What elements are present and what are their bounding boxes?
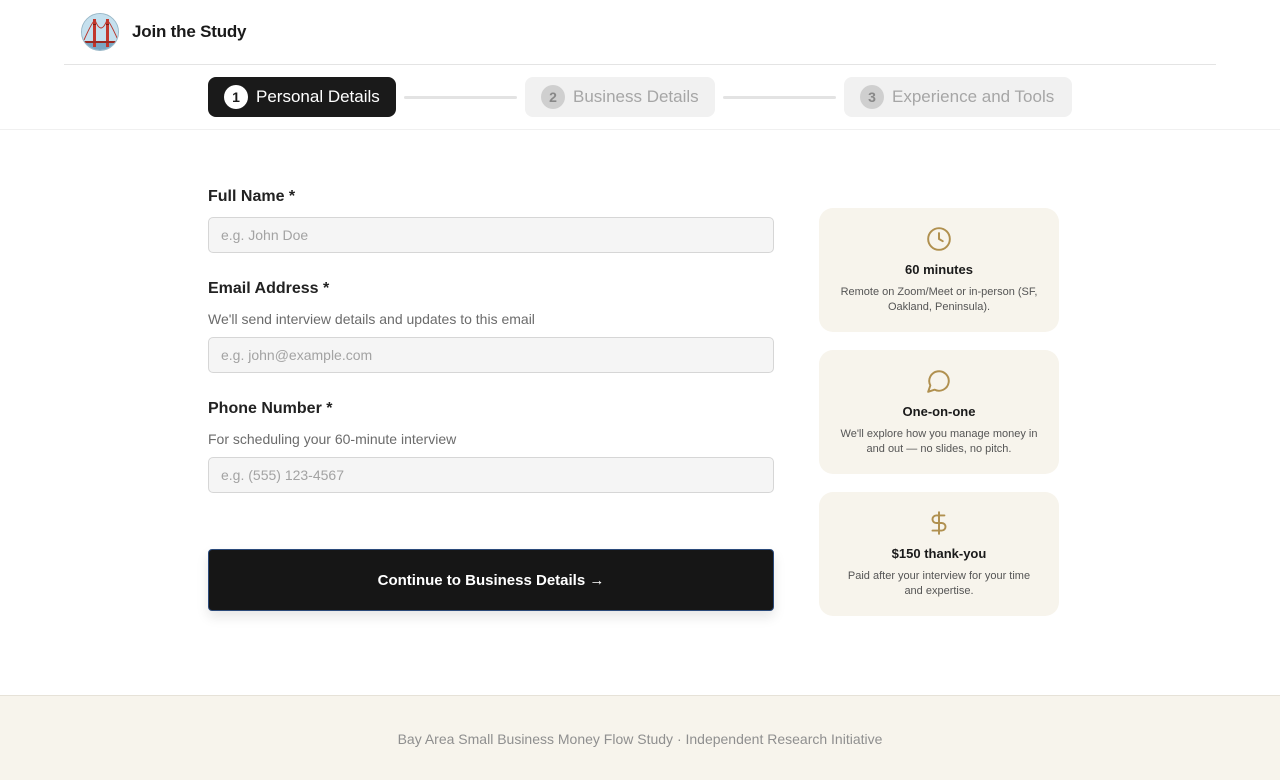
- step-number: 1: [224, 85, 248, 109]
- step-number: 3: [860, 85, 884, 109]
- step-label: Personal Details: [256, 87, 380, 106]
- site-header: Join the Study: [64, 0, 1216, 65]
- card-description: Paid after your interview for your time …: [847, 570, 1031, 597]
- email-label: Email Address *: [208, 280, 330, 297]
- phone-help-text: For scheduling your 60-minute interview: [208, 431, 457, 447]
- site-footer: Bay Area Small Business Money Flow Study…: [0, 695, 1280, 780]
- full-name-label: Full Name *: [208, 188, 296, 205]
- golden-gate-bridge-icon[interactable]: [81, 13, 119, 51]
- phone-input[interactable]: [208, 457, 774, 493]
- card-title: $150 thank-you: [891, 546, 987, 561]
- email-help-text: We'll send interview details and updates…: [208, 311, 535, 327]
- info-card-duration: 60 minutes Remote on Zoom/Meet or in-per…: [819, 208, 1059, 332]
- info-card-format: One-on-one We'll explore how you manage …: [819, 350, 1059, 474]
- clock-icon: [927, 227, 951, 251]
- info-card-reward: $150 thank-you Paid after your interview…: [819, 492, 1059, 616]
- card-title: One-on-one: [902, 404, 976, 419]
- step-label: Business Details: [573, 87, 699, 106]
- step-number: 2: [541, 85, 565, 109]
- card-description: Remote on Zoom/Meet or in-person (SF, Oa…: [840, 286, 1038, 313]
- footer-text: Bay Area Small Business Money Flow Study…: [397, 731, 883, 747]
- phone-label: Phone Number *: [208, 400, 333, 417]
- progress-stepper: 1 Personal Details 2 Business Details 3 …: [0, 65, 1280, 130]
- step-personal-details[interactable]: 1 Personal Details: [208, 77, 396, 117]
- continue-button[interactable]: Continue to Business Details →: [208, 549, 774, 611]
- step-experience-tools[interactable]: 3 Experience and Tools: [844, 77, 1072, 117]
- card-description: We'll explore how you manage money in an…: [840, 428, 1038, 455]
- brand-title: Join the Study: [132, 22, 247, 41]
- step-connector: [723, 96, 836, 99]
- step-business-details[interactable]: 2 Business Details: [525, 77, 715, 117]
- card-title: 60 minutes: [905, 262, 973, 277]
- step-label: Experience and Tools: [892, 87, 1055, 106]
- step-connector: [404, 96, 517, 99]
- dollar-icon: [931, 511, 947, 535]
- full-name-input[interactable]: [208, 217, 774, 253]
- email-input[interactable]: [208, 337, 774, 373]
- chat-bubble-icon: [927, 370, 950, 393]
